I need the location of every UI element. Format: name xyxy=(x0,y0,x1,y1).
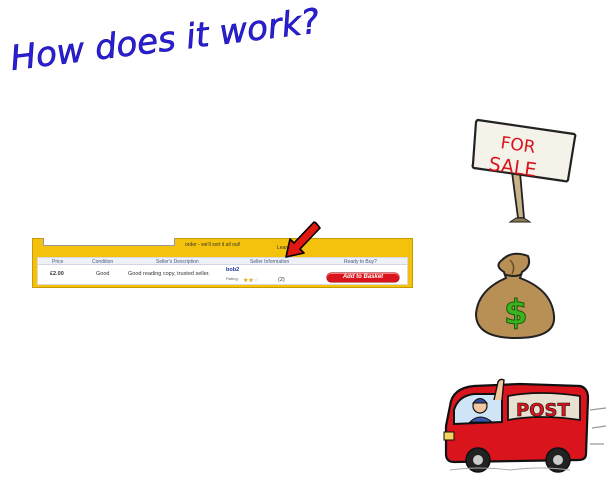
dollar-symbol: $ xyxy=(504,293,528,333)
header-ready-to-buy: Ready to Buy? xyxy=(344,258,377,265)
money-bag-icon: $ xyxy=(474,252,556,340)
table-row: £2.00 Good Good reading copy, trusted se… xyxy=(38,266,407,286)
header-seller-info: Seller Information xyxy=(250,258,290,265)
for-sale-sign-icon: FOR SALE xyxy=(471,118,577,223)
page-title-text: How does it work? xyxy=(8,1,321,79)
add-to-basket-button[interactable]: Add to Basket xyxy=(327,273,399,282)
rating-label: Rating: xyxy=(226,276,239,281)
listing-table: Price Condition Seller's Description Sel… xyxy=(37,257,408,285)
rating-stars: ★★ ☆☆☆ xyxy=(243,278,260,284)
van-text: POST xyxy=(516,400,570,421)
page-title: How does it work? xyxy=(6,1,346,80)
search-box-fragment xyxy=(43,238,175,246)
pointer-arrow-icon xyxy=(285,221,321,258)
listing-snippet: order - we'll sort it all out! Learn m P… xyxy=(32,238,413,288)
header-description: Seller's Description xyxy=(156,258,199,265)
header-price: Price xyxy=(52,258,64,265)
description-cell: Good reading copy, trusted seller. xyxy=(128,271,210,277)
condition-cell: Good xyxy=(96,271,110,277)
table-header: Price Condition Seller's Description Sel… xyxy=(38,258,407,265)
tab-text: order - we'll sort it all out! xyxy=(185,242,241,248)
rating-count: (2) xyxy=(278,277,285,283)
seller-name-link[interactable]: bob2 xyxy=(226,267,239,273)
post-van-icon: POST xyxy=(443,378,607,473)
header-condition: Condition xyxy=(92,258,114,265)
price-cell: £2.00 xyxy=(50,271,64,277)
